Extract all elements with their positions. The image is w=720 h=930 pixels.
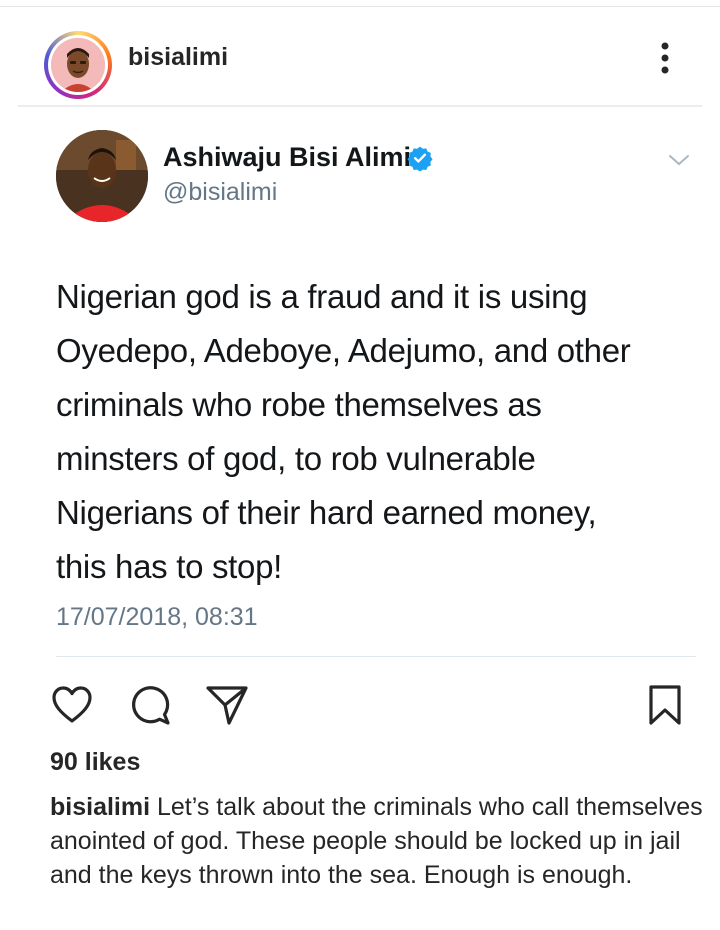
post-header: bisialimi	[0, 10, 720, 106]
tweet-author-avatar	[56, 130, 148, 222]
tweet-display-name: Ashiwaju Bisi Alimi	[163, 142, 412, 172]
share-icon[interactable]	[205, 683, 249, 727]
top-border	[0, 6, 720, 7]
avatar-illustration	[51, 38, 105, 92]
caption-username[interactable]: bisialimi	[50, 793, 150, 821]
verified-badge-icon	[407, 146, 433, 171]
bookmark-icon[interactable]	[643, 683, 687, 727]
post-caption: bisialimi Let’s talk about the criminals…	[50, 790, 705, 892]
more-options-icon[interactable]	[650, 38, 680, 78]
comment-icon[interactable]	[128, 683, 172, 727]
header-divider	[18, 105, 702, 107]
tweet-timestamp: 17/07/2018, 08:31	[56, 603, 258, 631]
heart-icon[interactable]	[50, 683, 94, 727]
tweet-divider	[56, 656, 696, 657]
post-username[interactable]: bisialimi	[128, 43, 228, 72]
tweet-text: Nigerian god is a fraud and it is using …	[56, 278, 631, 585]
tweet-handle: @bisialimi	[163, 178, 278, 206]
profile-avatar[interactable]	[44, 31, 112, 99]
chevron-down-icon	[669, 155, 689, 166]
likes-count[interactable]: 90 likes	[50, 748, 140, 777]
